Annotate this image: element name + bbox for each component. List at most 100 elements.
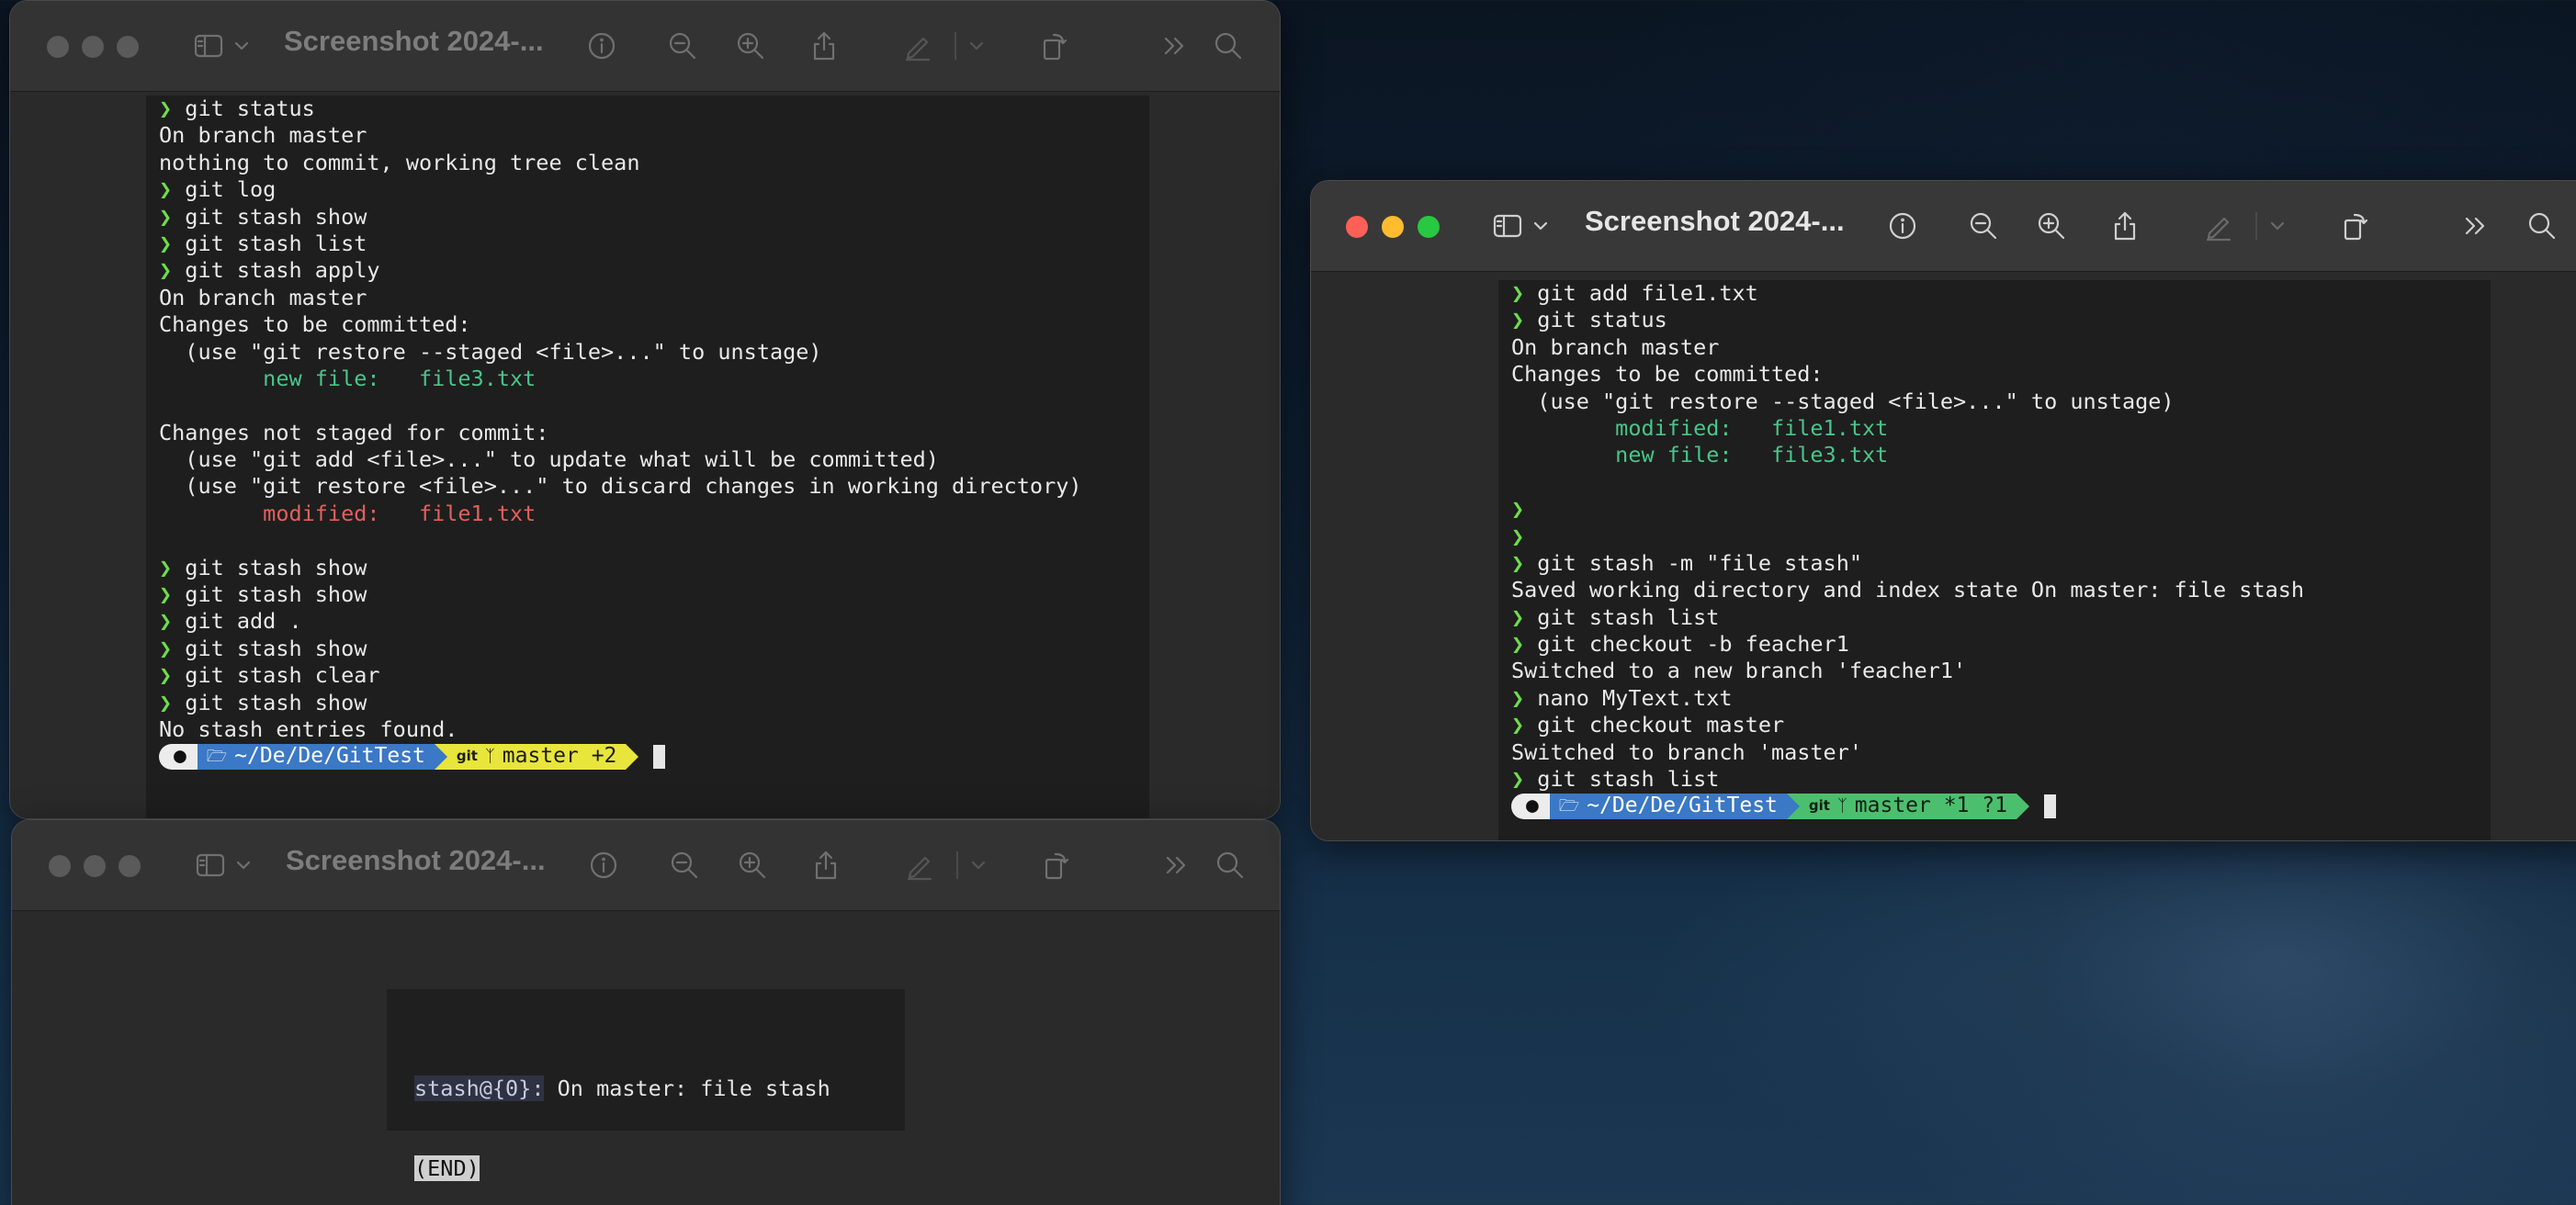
- preview-window-top-left[interactable]: Screenshot 2024-... ❯ git status On bran…: [9, 0, 1281, 819]
- chevron-down-icon[interactable]: [231, 28, 253, 64]
- info-icon[interactable]: [585, 847, 622, 884]
- more-toolbar-icon[interactable]: [1158, 847, 1195, 884]
- pencil-markup-icon[interactable]: [2200, 208, 2237, 244]
- search-icon[interactable]: [1212, 847, 1248, 884]
- info-icon[interactable]: [583, 28, 620, 64]
- prompt-arrow: ❯: [1511, 307, 1538, 333]
- shell-prompt: ● 🗁 ~/De/De/GitTest git ᛉ master +2: [159, 743, 1149, 771]
- prompt-arrow: ❯: [1511, 684, 1538, 711]
- folder-icon: 🗁: [206, 747, 228, 767]
- zoom-in-icon[interactable]: [734, 847, 771, 884]
- close-button[interactable]: [47, 36, 69, 58]
- terminal-line: ❯ git stash show: [159, 636, 1149, 662]
- close-button[interactable]: [1346, 216, 1368, 238]
- terminal-line: On branch master: [1511, 334, 2491, 361]
- title-bar[interactable]: Screenshot 2024-...: [10, 1, 1280, 92]
- terminal-text: git checkout -b feacher1: [1537, 631, 1849, 658]
- powerline-separator: [2016, 794, 2029, 820]
- window-title: Screenshot 2024-...: [284, 25, 544, 57]
- stash-list-screenshot: stash@{0}: On master: file stash (END): [387, 989, 905, 1182]
- rotate-icon[interactable]: [1035, 28, 1072, 64]
- rotate-icon[interactable]: [1037, 847, 1074, 884]
- terminal-line: ❯ git stash list: [1511, 766, 2491, 793]
- markup-chevron-icon[interactable]: [966, 28, 988, 64]
- search-icon[interactable]: [2524, 208, 2560, 244]
- prompt-arrow: ❯: [159, 203, 186, 230]
- zoom-button[interactable]: [119, 855, 141, 877]
- preview-window-right[interactable]: Screenshot 2024-... ❯ git add file1.txt …: [1310, 180, 2576, 841]
- prompt-path: ~/De/De/GitTest: [234, 744, 425, 769]
- scroll-gutter: [1149, 96, 1260, 818]
- sidebar-toggle-icon[interactable]: [190, 28, 227, 64]
- stash-message: On master: file stash: [544, 1075, 830, 1101]
- git-label: git: [456, 748, 478, 765]
- terminal-line: (use "git add <file>..." to update what …: [159, 446, 1149, 473]
- git-branch-status: master *1 ?1: [1854, 794, 2007, 818]
- terminal-line: Switched to a new branch 'feacher1': [1511, 658, 2491, 684]
- terminal-line: On branch master: [159, 122, 1149, 149]
- share-icon[interactable]: [806, 28, 842, 64]
- minimize-button[interactable]: [84, 855, 106, 877]
- terminal-line: (use "git restore --staged <file>..." to…: [159, 339, 1149, 366]
- toolbar-separator: [956, 851, 958, 879]
- markup-chevron-icon[interactable]: [967, 847, 989, 884]
- terminal-text: (use "git restore <file>..." to discard …: [159, 473, 1082, 500]
- title-bar[interactable]: Screenshot 2024-...: [1311, 181, 2576, 272]
- minimize-button[interactable]: [82, 36, 104, 58]
- terminal-line: On branch master: [159, 285, 1149, 311]
- share-icon[interactable]: [2107, 208, 2143, 244]
- terminal-line: ❯: [1511, 496, 2491, 523]
- folder-icon: 🗁: [1558, 796, 1580, 816]
- terminal-line: ❯ git stash clear: [159, 662, 1149, 689]
- terminal-text: git log: [185, 176, 277, 203]
- rotate-icon[interactable]: [2336, 208, 2373, 244]
- prompt-arrow: ❯: [1511, 766, 1538, 793]
- more-toolbar-icon[interactable]: [2457, 208, 2494, 244]
- terminal-text: Changes to be committed:: [1511, 361, 1824, 388]
- sidebar-toggle-icon[interactable]: [192, 847, 229, 884]
- terminal-line: ❯ git checkout master: [1511, 712, 2491, 738]
- share-icon[interactable]: [808, 847, 844, 884]
- zoom-button[interactable]: [1418, 216, 1440, 238]
- terminal-line: ❯ git checkout -b feacher1: [1511, 631, 2491, 658]
- chevron-down-icon[interactable]: [1530, 208, 1552, 244]
- zoom-in-icon[interactable]: [2033, 208, 2070, 244]
- git-label: git: [1808, 797, 1830, 815]
- zoom-in-icon[interactable]: [732, 28, 769, 64]
- prompt-path: ~/De/De/GitTest: [1587, 794, 1778, 818]
- terminal-line: Changes not staged for commit:: [159, 420, 1149, 446]
- terminal-text: modified: file1.txt: [159, 500, 537, 526]
- preview-window-bottom-left[interactable]: Screenshot 2024-... stash@{0}: On master…: [11, 819, 1281, 1205]
- terminal-line: new file: file3.txt: [1511, 442, 2491, 468]
- terminal-text: nothing to commit, working tree clean: [159, 149, 640, 175]
- pencil-markup-icon[interactable]: [901, 847, 938, 884]
- info-icon[interactable]: [1884, 208, 1921, 244]
- prompt-arrow: ❯: [159, 662, 186, 689]
- branch-icon: ᛉ: [484, 747, 495, 767]
- terminal-line: ❯ nano MyText.txt: [1511, 685, 2491, 712]
- terminal-text: On branch master: [159, 122, 367, 149]
- more-toolbar-icon[interactable]: [1157, 28, 1193, 64]
- zoom-out-icon[interactable]: [666, 847, 703, 884]
- terminal-line: Changes to be committed:: [1511, 361, 2491, 388]
- search-icon[interactable]: [1210, 28, 1247, 64]
- zoom-out-icon[interactable]: [1965, 208, 2002, 244]
- title-bar[interactable]: Screenshot 2024-...: [12, 820, 1280, 911]
- chevron-down-icon[interactable]: [232, 847, 254, 884]
- markup-chevron-icon[interactable]: [2266, 208, 2288, 244]
- zoom-button[interactable]: [117, 36, 139, 58]
- minimize-button[interactable]: [1382, 216, 1404, 238]
- terminal-line: No stash entries found.: [159, 716, 1149, 743]
- prompt-arrow: ❯: [159, 581, 186, 608]
- pencil-markup-icon[interactable]: [899, 28, 936, 64]
- terminal-text: git stash show: [185, 635, 367, 661]
- close-button[interactable]: [49, 855, 71, 877]
- sidebar-toggle-icon[interactable]: [1489, 208, 1526, 244]
- prompt-arrow: ❯: [159, 257, 186, 284]
- terminal-line: Switched to branch 'master': [1511, 739, 2491, 766]
- toolbar-separator: [2255, 212, 2257, 240]
- git-segment: git ᛉ master +2: [446, 744, 627, 771]
- prompt-arrow: ❯: [1511, 712, 1538, 738]
- terminal-text: Saved working directory and index state …: [1511, 577, 2305, 603]
- zoom-out-icon[interactable]: [664, 28, 701, 64]
